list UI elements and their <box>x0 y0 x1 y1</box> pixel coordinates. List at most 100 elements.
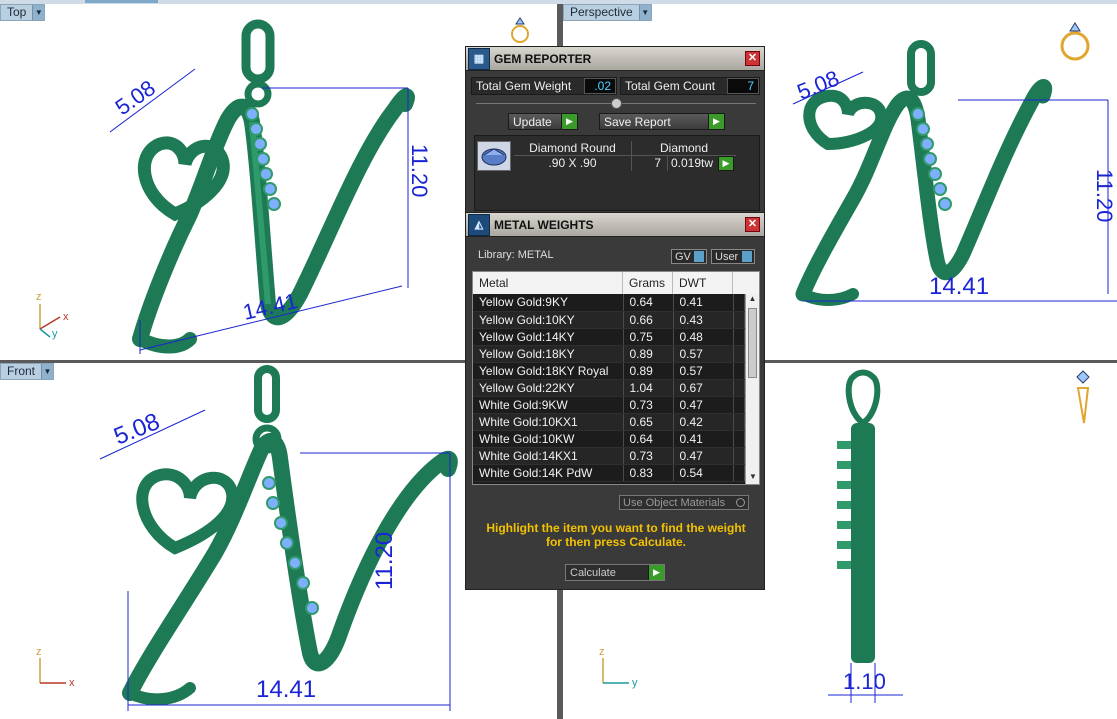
metal-row[interactable]: Yellow Gold:9KY 0.64 0.41 <box>473 294 745 312</box>
save-report-button[interactable]: Save Report ▶ <box>599 113 725 130</box>
column-header-grams[interactable]: Grams <box>623 272 673 294</box>
calculate-hint: Highlight the item you want to find the … <box>486 521 746 549</box>
radio-icon <box>736 498 745 507</box>
chevron-down-icon[interactable]: ▼ <box>41 364 54 379</box>
play-arrow-icon: ▶ <box>708 114 724 129</box>
dimension-height-top: 11.20 <box>407 144 432 197</box>
grams-cell: 0.73 <box>623 396 674 414</box>
scroll-down-icon[interactable]: ▼ <box>746 472 759 484</box>
toggle-indicator-icon <box>694 251 704 262</box>
toggle-indicator-icon <box>742 251 752 262</box>
row-filler <box>733 464 745 482</box>
metal-name-cell: White Gold:9KW <box>473 396 624 414</box>
grams-cell: 0.89 <box>623 362 674 380</box>
metal-row[interactable]: White Gold:10KX1 0.65 0.42 <box>473 413 745 431</box>
grams-cell: 0.66 <box>623 311 674 329</box>
metal-weights-panel: ◭ METAL WEIGHTS ✕ Library: METAL GV User… <box>465 212 765 590</box>
row-filler <box>733 345 745 363</box>
dimension-height-perspective: 11.20 <box>1092 169 1117 222</box>
row-filler <box>733 328 745 346</box>
gv-toggle[interactable]: GV <box>671 249 707 264</box>
metal-row[interactable]: Yellow Gold:18KY 0.89 0.57 <box>473 345 745 363</box>
metal-name-cell: Yellow Gold:14KY <box>473 328 624 346</box>
axis-x-label: x <box>69 677 75 689</box>
scrollbar[interactable]: ▲ ▼ <box>745 294 759 484</box>
column-header-metal[interactable]: Metal <box>473 272 623 294</box>
grams-cell: 1.04 <box>623 379 674 397</box>
metal-row[interactable]: White Gold:14K PdW 0.83 0.54 <box>473 464 745 482</box>
dwt-cell: 0.41 <box>673 430 734 448</box>
header-filler <box>733 272 759 294</box>
dimension-width-perspective: 14.41 <box>929 273 989 300</box>
play-arrow-icon: ▶ <box>561 114 577 129</box>
grams-cell: 0.89 <box>623 345 674 363</box>
metal-table: Yellow Gold:9KY 0.64 0.41 Yellow Gold:10KY 0… <box>473 294 745 482</box>
metal-name-cell: Yellow Gold:22KY <box>473 379 624 397</box>
metal-row[interactable]: White Gold:10KW 0.64 0.41 <box>473 430 745 448</box>
dimension-height-front: 11.20 <box>371 532 398 590</box>
viewport-front-label: Front <box>7 364 36 378</box>
scroll-up-icon[interactable]: ▲ <box>746 294 759 306</box>
gv-toggle-label: GV <box>675 250 691 263</box>
scroll-thumb[interactable] <box>748 308 757 378</box>
axis-y-label: y <box>52 328 58 340</box>
chevron-down-icon[interactable]: ▼ <box>32 5 45 20</box>
close-icon[interactable]: ✕ <box>745 51 760 66</box>
viewport-top-label: Top <box>7 5 27 19</box>
use-object-materials-toggle[interactable]: Use Object Materials <box>619 495 749 510</box>
grams-cell: 0.83 <box>623 464 674 482</box>
close-icon[interactable]: ✕ <box>745 217 760 232</box>
axis-z-label: z <box>36 291 42 303</box>
update-button[interactable]: Update ▶ <box>508 113 578 130</box>
total-gem-count-field: Total Gem Count 7 <box>620 77 760 95</box>
gem-row[interactable]: Diamond Round Diamond .90 X .90 7 0.019t… <box>514 141 736 171</box>
use-object-materials-label: Use Object Materials <box>623 496 726 509</box>
splitter-knob[interactable] <box>611 98 622 109</box>
dimension-width-front: 14.41 <box>256 676 316 703</box>
metal-name-cell: White Gold:14KX1 <box>473 447 624 465</box>
total-gem-weight-field: Total Gem Weight .02 <box>471 77 617 95</box>
metal-table-header: Metal Grams DWT <box>473 272 759 294</box>
dwt-cell: 0.48 <box>673 328 734 346</box>
metal-row[interactable]: Yellow Gold:14KY 0.75 0.48 <box>473 328 745 346</box>
gem-reporter-titlebar[interactable]: ▦ GEM REPORTER ✕ <box>466 47 764 71</box>
metal-name-cell: White Gold:14K PdW <box>473 464 624 482</box>
viewport-tab-top[interactable]: Top ▼ <box>0 4 46 21</box>
metal-weights-title: METAL WEIGHTS <box>494 217 594 232</box>
user-toggle[interactable]: User <box>711 249 755 264</box>
metal-name-cell: Yellow Gold:10KY <box>473 311 624 329</box>
row-filler <box>733 379 745 397</box>
update-button-label: Update <box>513 114 552 129</box>
metal-name-cell: White Gold:10KX1 <box>473 413 624 431</box>
row-filler <box>733 311 745 329</box>
grams-cell: 0.65 <box>623 413 674 431</box>
pendant-side-icon <box>1076 370 1090 424</box>
diamond-round-icon <box>481 148 507 166</box>
metal-table-container: Metal Grams DWT Yellow Gold:9KY 0.64 0.41 Y… <box>472 271 760 485</box>
calculate-button[interactable]: Calculate ▶ <box>565 564 665 581</box>
axis-z-label: z <box>36 646 42 658</box>
metal-name-cell: White Gold:10KW <box>473 430 624 448</box>
viewport-tab-front[interactable]: Front ▼ <box>0 363 55 380</box>
metal-row[interactable]: White Gold:9KW 0.73 0.47 <box>473 396 745 414</box>
metal-row[interactable]: Yellow Gold:22KY 1.04 0.67 <box>473 379 745 397</box>
dwt-cell: 0.57 <box>673 362 734 380</box>
ring-view-icon <box>1060 22 1090 61</box>
dimension-heart-front: 5.08 <box>110 408 163 451</box>
column-header-dwt[interactable]: DWT <box>673 272 733 294</box>
save-report-button-label: Save Report <box>604 114 671 129</box>
row-filler <box>733 413 745 431</box>
active-tab-indicator <box>85 0 158 3</box>
metal-row[interactable]: White Gold:14KX1 0.73 0.47 <box>473 447 745 465</box>
metal-row[interactable]: Yellow Gold:10KY 0.66 0.43 <box>473 311 745 329</box>
viewport-perspective-label: Perspective <box>570 5 633 19</box>
gem-thumbnail[interactable] <box>477 141 511 171</box>
viewport-tab-perspective[interactable]: Perspective ▼ <box>563 4 652 21</box>
gem-row-play-icon[interactable]: ▶ <box>718 156 734 171</box>
chevron-down-icon[interactable]: ▼ <box>638 5 651 20</box>
metal-row[interactable]: Yellow Gold:18KY Royal 0.89 0.57 <box>473 362 745 380</box>
metal-weights-titlebar[interactable]: ◭ METAL WEIGHTS ✕ <box>466 213 764 237</box>
grams-cell: 0.64 <box>623 294 674 312</box>
gem-type-cell: Diamond <box>659 141 709 155</box>
calculate-button-label: Calculate <box>570 566 616 579</box>
